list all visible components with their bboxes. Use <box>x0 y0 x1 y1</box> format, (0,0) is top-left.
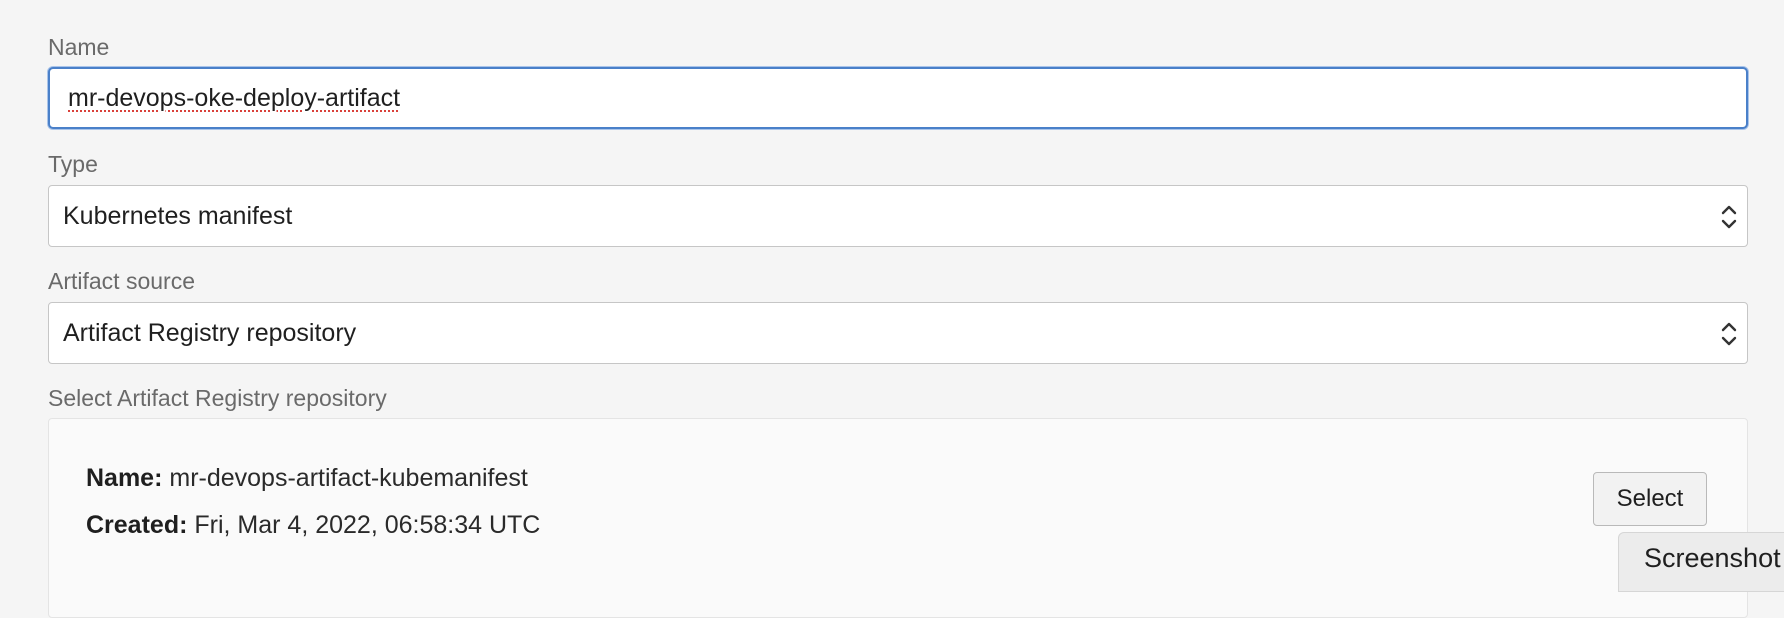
type-selected-value: Kubernetes manifest <box>63 202 293 230</box>
repository-name-line: Name: mr-devops-artifact-kubemanifest <box>86 464 528 493</box>
chevron-up-down-icon <box>1721 205 1737 229</box>
name-input[interactable] <box>48 67 1748 129</box>
repository-card: Name: mr-devops-artifact-kubemanifest Cr… <box>48 418 1748 618</box>
artifact-source-select[interactable]: Artifact Registry repository <box>48 302 1748 364</box>
select-repository-label: Select Artifact Registry repository <box>48 385 387 411</box>
screenshot-tab[interactable]: Screenshot <box>1618 532 1784 592</box>
name-label: Name <box>48 34 110 60</box>
select-repository-button[interactable]: Select <box>1593 472 1707 526</box>
chevron-up-down-icon <box>1721 322 1737 346</box>
repository-name-value: mr-devops-artifact-kubemanifest <box>169 464 528 492</box>
repository-created-value: Fri, Mar 4, 2022, 06:58:34 UTC <box>194 511 541 539</box>
artifact-source-label: Artifact source <box>48 268 195 294</box>
repository-created-key: Created: <box>86 511 188 539</box>
type-select[interactable]: Kubernetes manifest <box>48 185 1748 247</box>
type-label: Type <box>48 151 98 177</box>
artifact-source-selected-value: Artifact Registry repository <box>63 319 357 347</box>
repository-name-key: Name: <box>86 464 163 492</box>
repository-created-line: Created: Fri, Mar 4, 2022, 06:58:34 UTC <box>86 511 540 540</box>
name-field-wrapper: mr-devops-oke-deploy-artifact <box>48 67 1748 129</box>
